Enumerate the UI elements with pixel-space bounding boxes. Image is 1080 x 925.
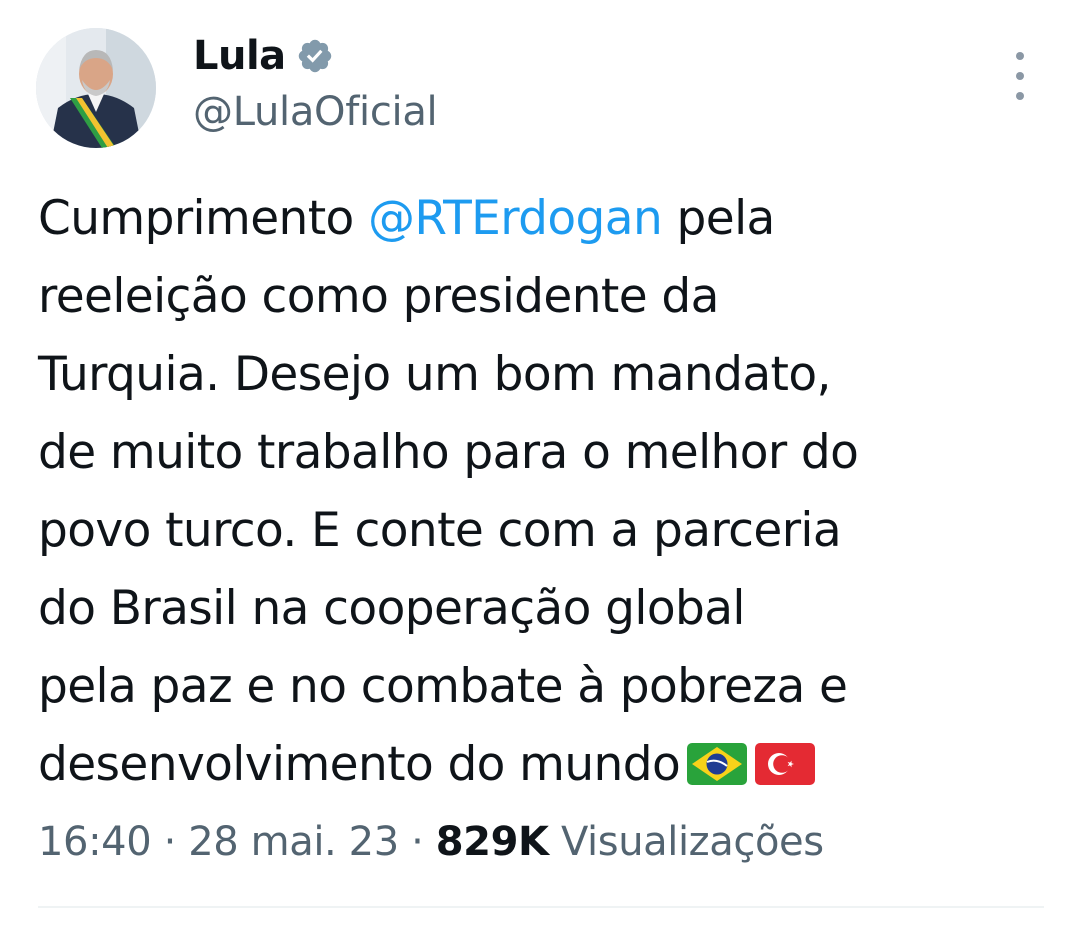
mention-link[interactable]: @RTErdogan [368,191,663,246]
tweet-text-segment: Cumprimento [38,191,369,246]
tweet-text-line: de muito trabalho para o melhor do [38,425,859,480]
author-display-name[interactable]: Lula [193,30,286,82]
more-dot-icon [1016,72,1024,80]
tweet-text: Cumprimento @RTErdogan pela reeleição co… [38,180,1048,804]
author-handle[interactable]: @LulaOficial [193,86,438,138]
brazil-flag-icon [686,742,748,786]
divider [38,906,1044,908]
more-options-button[interactable] [1004,52,1036,100]
tweet-time[interactable]: 16:40 [38,819,152,865]
more-dot-icon [1016,52,1024,60]
tweet-text-line: povo turco. E conte com a parceria [38,503,842,558]
tweet-text-line: pela paz e no combate à pobreza e [38,659,848,714]
avatar[interactable] [36,28,156,148]
tweet-text-segment: desenvolvimento do mundo [38,737,681,792]
views-count[interactable]: 829K [436,819,549,865]
tweet-text-line: do Brasil na cooperação global [38,581,745,636]
verified-badge-icon [296,37,334,75]
tweet-text-line: Turquia. Desejo um bom mandato, [38,347,831,402]
meta-separator: · [398,819,436,865]
tweet-text-line-last: desenvolvimento do mundo [38,726,1048,804]
tweet-card[interactable]: Lula @LulaOficial Cumprimento @RTErdogan… [0,0,1080,925]
views-label: Visualizações [548,819,824,865]
tweet-date[interactable]: 28 mai. 23 [188,819,399,865]
meta-separator: · [151,819,189,865]
tweet-text-line: reeleição como presidente da [38,269,719,324]
tweet-text-segment: pela [662,191,776,246]
tweet-meta: 16:40 · 28 mai. 23 · 829K Visualizações [38,810,824,874]
turkey-flag-icon [754,742,816,786]
more-dot-icon [1016,92,1024,100]
tweet-text-line: Cumprimento @RTErdogan pela [38,180,1048,258]
author-name-row: Lula [193,30,334,82]
